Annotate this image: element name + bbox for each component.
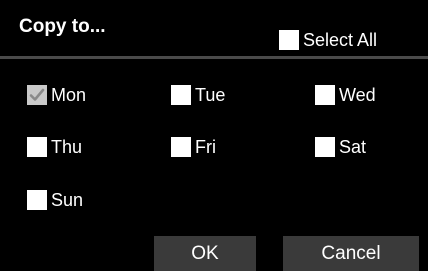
select-all-checkbox[interactable]: Select All <box>279 28 377 52</box>
day-checkbox-wed[interactable]: Wed <box>315 83 376 107</box>
dialog-title: Copy to... <box>19 16 106 37</box>
day-label-tue: Tue <box>195 85 226 105</box>
day-checkbox-sat[interactable]: Sat <box>315 135 366 159</box>
cancel-button[interactable]: Cancel <box>283 236 419 271</box>
tue-checkbox-box[interactable] <box>171 85 191 105</box>
day-label-mon: Mon <box>51 85 87 105</box>
ok-button[interactable]: OK <box>154 236 256 271</box>
select-all-label: Select All <box>303 30 378 50</box>
copy-to-dialog: Copy to... Select All Mon Tue Wed Thu Fr… <box>0 0 428 271</box>
day-label-sat: Sat <box>339 137 367 157</box>
day-checkbox-fri[interactable]: Fri <box>171 135 216 159</box>
day-checkbox-thu[interactable]: Thu <box>27 135 82 159</box>
day-checkbox-tue[interactable]: Tue <box>171 83 225 107</box>
day-checkbox-mon[interactable]: Mon <box>27 83 86 107</box>
day-label-thu: Thu <box>51 137 83 157</box>
header-divider <box>0 56 428 59</box>
sun-checkbox-box[interactable] <box>27 190 47 210</box>
day-label-sun: Sun <box>51 190 84 210</box>
day-label-fri: Fri <box>195 137 216 157</box>
sat-checkbox-box[interactable] <box>315 137 335 157</box>
mon-checkbox-box[interactable] <box>27 85 47 105</box>
fri-checkbox-box[interactable] <box>171 137 191 157</box>
checkmark-icon <box>29 88 45 101</box>
select-all-checkbox-box[interactable] <box>279 30 299 50</box>
day-label-wed: Wed <box>339 85 376 105</box>
thu-checkbox-box[interactable] <box>27 137 47 157</box>
day-checkbox-sun[interactable]: Sun <box>27 188 83 212</box>
dialog-header: Copy to... Select All <box>0 0 428 56</box>
wed-checkbox-box[interactable] <box>315 85 335 105</box>
